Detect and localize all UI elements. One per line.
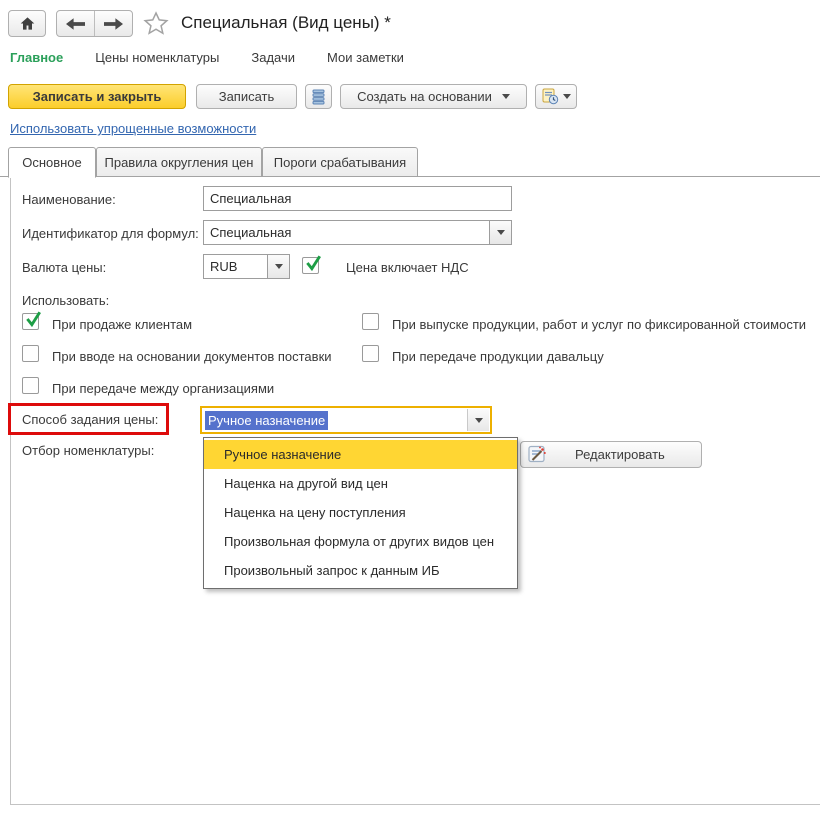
chevron-down-icon xyxy=(501,94,510,99)
checkmark-icon xyxy=(306,255,321,272)
history-nav xyxy=(56,10,133,37)
page-title: Специальная (Вид цены) * xyxy=(181,13,391,32)
home-icon xyxy=(19,16,36,31)
currency-input[interactable]: RUB xyxy=(203,254,290,279)
use-interorg-label: При передаче между организациями xyxy=(52,381,275,396)
arrow-left-icon xyxy=(66,17,85,30)
tab-rounding-rules[interactable]: Правила округления цен xyxy=(96,147,262,177)
back-button[interactable] xyxy=(57,11,94,36)
identifier-input[interactable]: Специальная xyxy=(203,220,512,245)
price-method-dropdown-button[interactable] xyxy=(467,409,489,431)
related-registers-button[interactable] xyxy=(305,84,332,109)
name-input[interactable]: Специальная xyxy=(203,186,512,211)
edit-selection-label: Редактировать xyxy=(575,447,665,462)
price-method-dropdown-list: Ручное назначение Наценка на другой вид … xyxy=(203,437,518,589)
price-kind-window: Специальная (Вид цены) * Главное Цены но… xyxy=(0,0,820,819)
tab-main[interactable]: Основное xyxy=(8,147,96,178)
price-method-combo[interactable]: Ручное назначение xyxy=(200,406,492,434)
currency-dropdown-button[interactable] xyxy=(267,255,289,278)
menu-item-tasks[interactable]: Задачи xyxy=(251,50,295,65)
save-button[interactable]: Записать xyxy=(196,84,297,109)
checkmark-icon xyxy=(26,311,41,328)
document-clock-icon xyxy=(542,88,559,105)
use-supply-docs-checkbox[interactable] xyxy=(22,345,39,362)
vat-included-checkbox[interactable] xyxy=(302,255,321,274)
tab-strip: Основное Правила округления цен Пороги с… xyxy=(0,147,820,178)
currency-value: RUB xyxy=(210,259,238,274)
use-section-label: Использовать: xyxy=(22,293,110,308)
edit-selection-button[interactable]: Редактировать xyxy=(520,441,702,468)
use-production-label: При выпуске продукции, работ и услуг по … xyxy=(392,317,807,332)
vat-included-label: Цена включает НДС xyxy=(346,260,469,275)
tab-thresholds[interactable]: Пороги срабатывания xyxy=(262,147,418,177)
identifier-dropdown-button[interactable] xyxy=(489,221,511,244)
dropdown-item-custom-query[interactable]: Произвольный запрос к данным ИБ xyxy=(204,556,517,585)
name-label: Наименование: xyxy=(22,192,116,207)
currency-label: Валюта цены: xyxy=(22,260,107,275)
dropdown-item-markup-other-kind[interactable]: Наценка на другой вид цен xyxy=(204,469,517,498)
use-interorg-checkbox[interactable] xyxy=(22,377,39,394)
price-method-label: Способ задания цены: xyxy=(22,411,159,427)
save-and-close-button[interactable]: Записать и закрыть xyxy=(8,84,186,109)
use-tolling-checkbox[interactable] xyxy=(362,345,379,362)
chevron-down-icon xyxy=(562,94,571,99)
document-clock-menu-button[interactable] xyxy=(535,84,577,109)
identifier-label: Идентификатор для формул: xyxy=(22,226,199,241)
magic-wand-edit-icon xyxy=(528,445,547,464)
arrow-right-icon xyxy=(104,17,123,30)
section-menu: Главное Цены номенклатуры Задачи Мои зам… xyxy=(10,50,404,65)
menu-item-item-prices[interactable]: Цены номенклатуры xyxy=(95,50,219,65)
stack-icon xyxy=(312,89,325,105)
use-sales-checkbox[interactable] xyxy=(22,311,41,330)
create-based-on-button[interactable]: Создать на основании xyxy=(340,84,527,109)
identifier-value: Специальная xyxy=(210,225,292,240)
dropdown-item-markup-receipt[interactable]: Наценка на цену поступления xyxy=(204,498,517,527)
dropdown-item-manual[interactable]: Ручное назначение xyxy=(204,440,517,469)
home-button[interactable] xyxy=(8,10,46,37)
dropdown-item-formula[interactable]: Произвольная формула от других видов цен xyxy=(204,527,517,556)
price-method-selected-value: Ручное назначение xyxy=(205,410,329,430)
use-simplified-link[interactable]: Использовать упрощенные возможности xyxy=(10,121,256,136)
menu-item-my-notes[interactable]: Мои заметки xyxy=(327,50,404,65)
chevron-down-icon xyxy=(496,230,505,235)
chevron-down-icon xyxy=(474,417,483,423)
chevron-down-icon xyxy=(274,264,283,269)
favorite-star-icon[interactable] xyxy=(143,11,169,39)
use-sales-label: При продаже клиентам xyxy=(52,317,193,332)
forward-button[interactable] xyxy=(94,11,132,36)
selection-label: Отбор номенклатуры: xyxy=(22,443,155,458)
create-based-on-label: Создать на основании xyxy=(357,89,492,104)
use-production-checkbox[interactable] xyxy=(362,313,379,330)
price-method-label-annotation: Способ задания цены: xyxy=(8,403,169,435)
use-supply-docs-label: При вводе на основании документов постав… xyxy=(52,349,332,364)
menu-item-main[interactable]: Главное xyxy=(10,50,63,65)
use-tolling-label: При передаче продукции давальцу xyxy=(392,349,604,364)
